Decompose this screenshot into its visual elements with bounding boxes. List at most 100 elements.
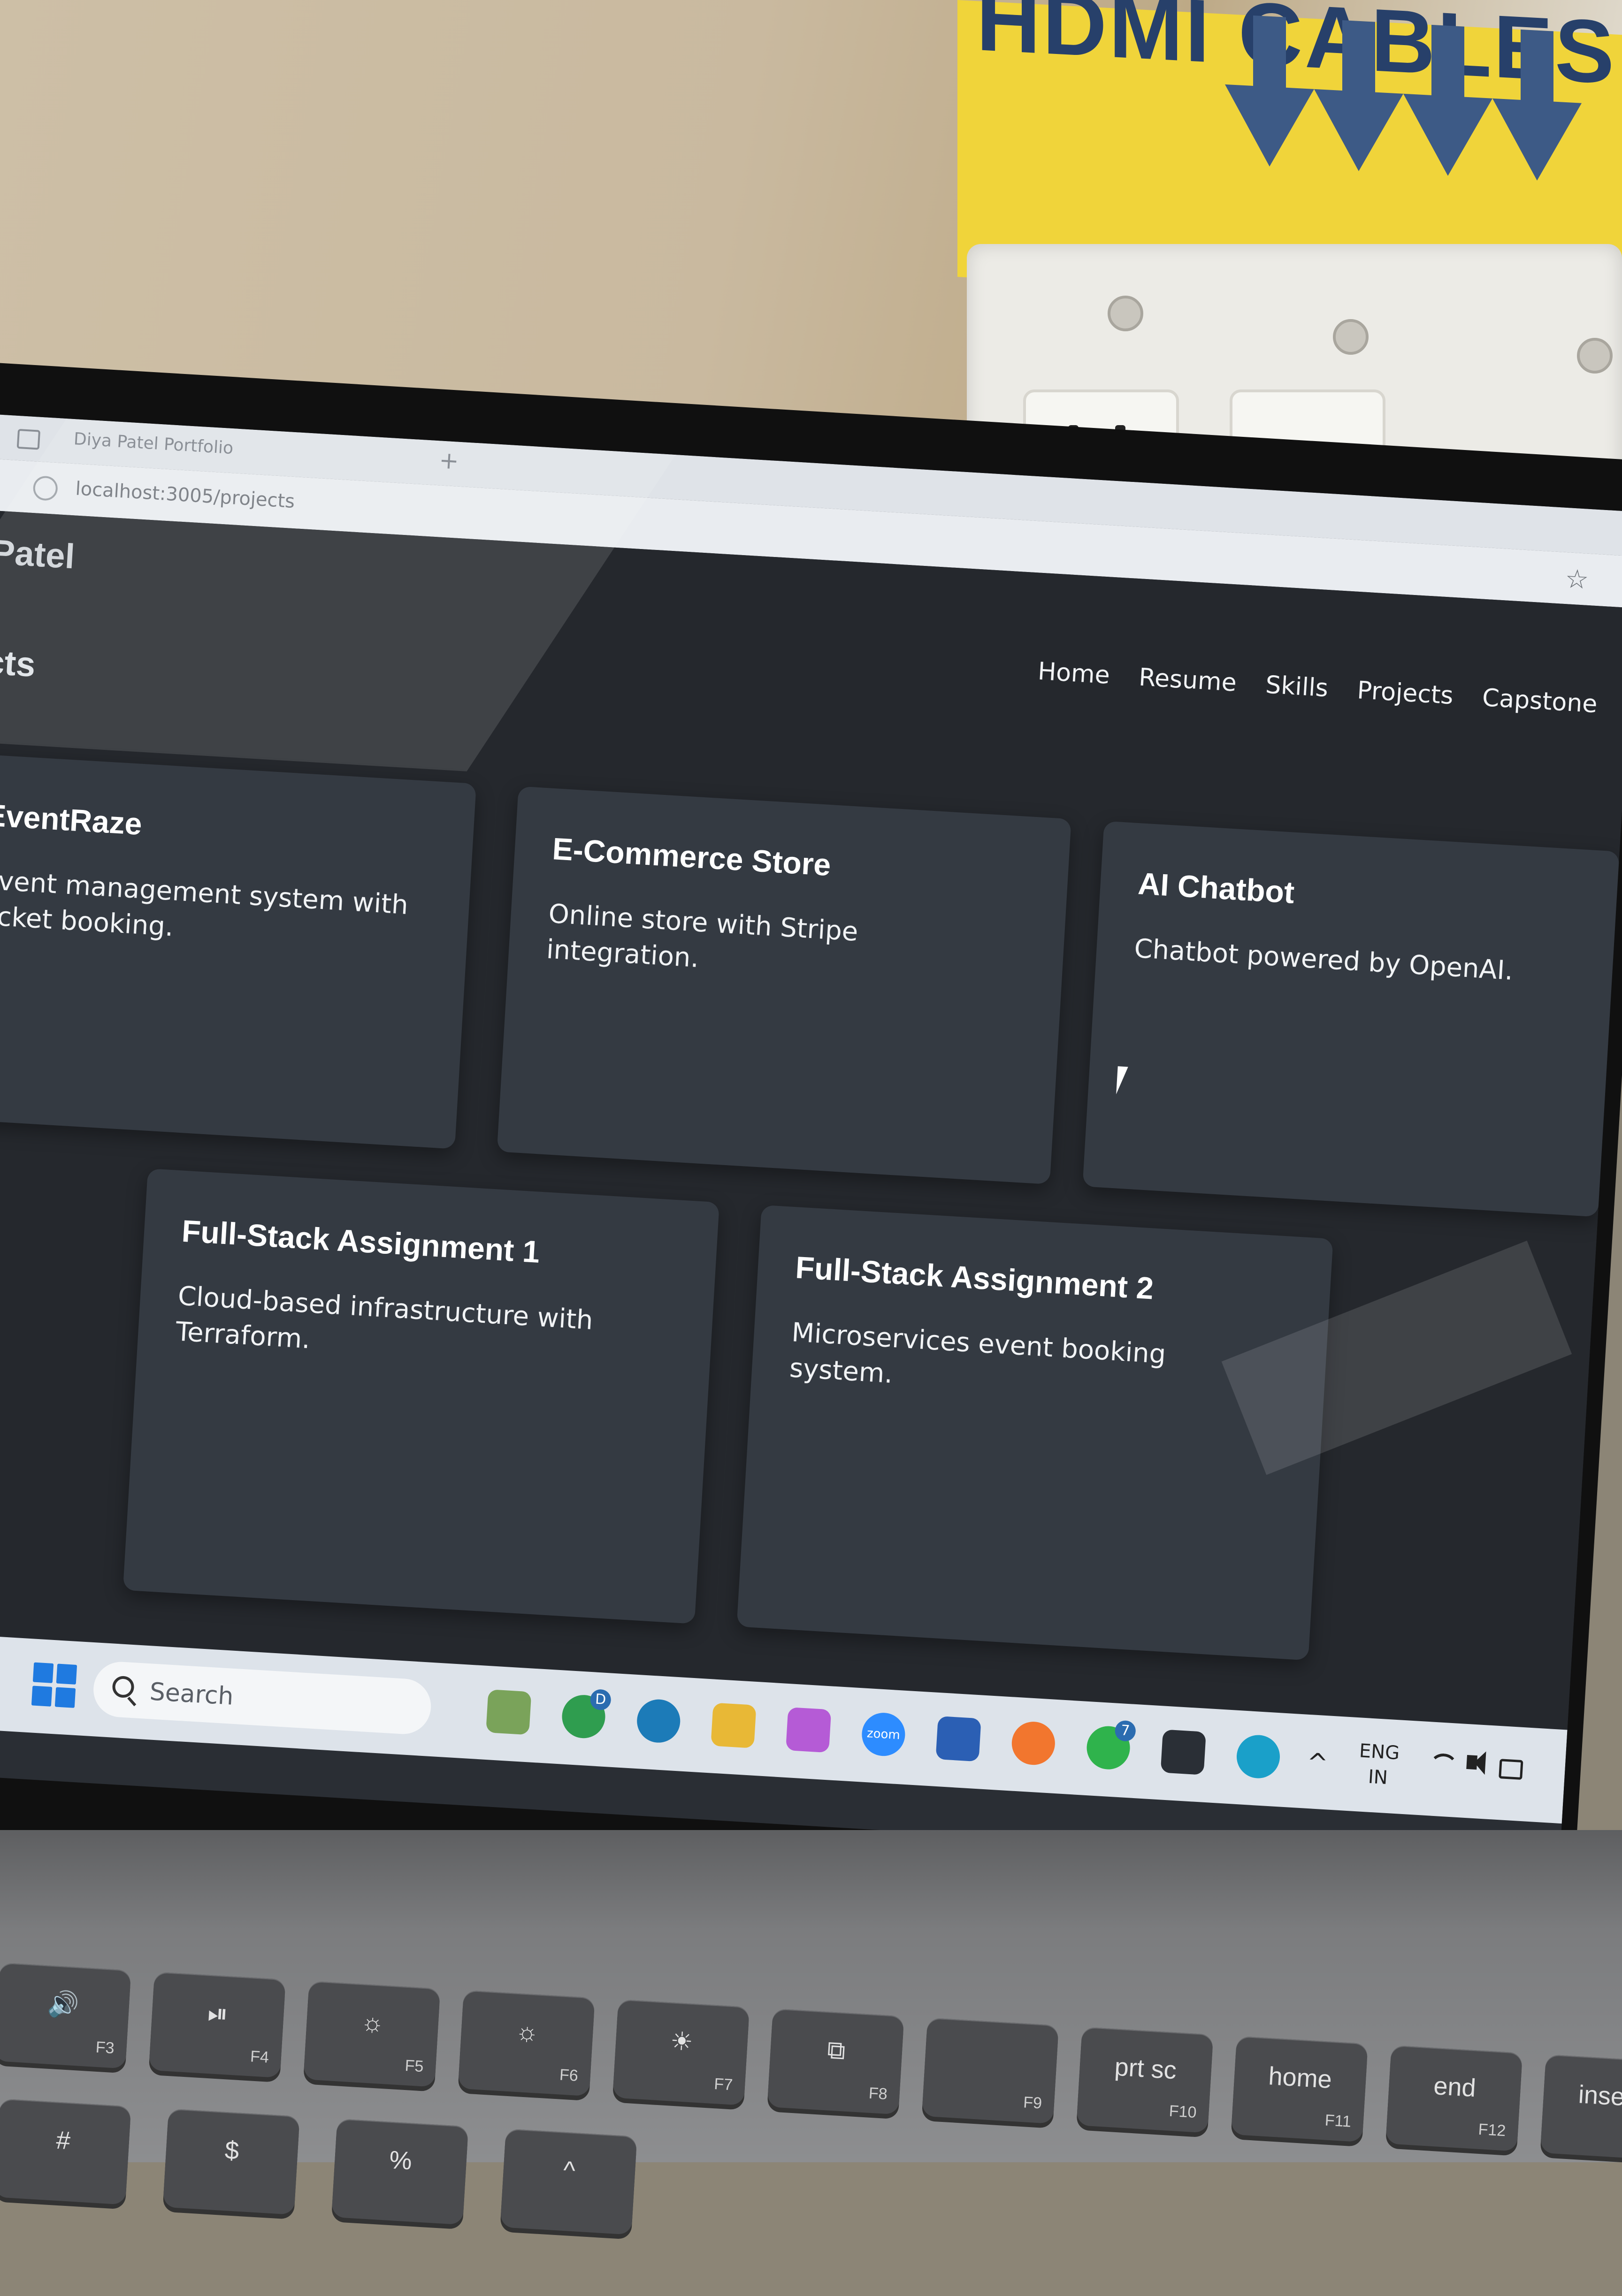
key-sublabel: F12: [1477, 2120, 1507, 2140]
edge-dev-icon[interactable]: [635, 1698, 681, 1744]
chrome-icon[interactable]: D: [560, 1689, 612, 1739]
widgets-icon[interactable]: [486, 1689, 532, 1735]
region-code: IN: [1367, 1766, 1389, 1789]
url-field[interactable]: localhost:3005/projects: [75, 478, 295, 512]
key-sublabel: F4: [250, 2047, 270, 2067]
project-card[interactable]: Full-Stack Assignment 2 Microservices ev…: [736, 1205, 1333, 1661]
keyboard-key: ^: [500, 2128, 637, 2235]
key-sublabel: F7: [713, 2075, 734, 2094]
search-label: Search: [149, 1678, 235, 1711]
nav-capstone[interactable]: Capstone: [1482, 684, 1599, 718]
key-label: insert: [1577, 2080, 1622, 2113]
keyboard-key: end F12: [1385, 2045, 1523, 2151]
laptop-screen: Diya Patel Portfolio + localhost:3005/pr…: [0, 413, 1622, 1871]
show-hidden-icons-icon[interactable]: ^: [1306, 1747, 1329, 1778]
key-label: ⧉: [826, 2036, 847, 2065]
browser-tab[interactable]: Diya Patel Portfolio: [73, 429, 234, 458]
nav-resume[interactable]: Resume: [1138, 664, 1238, 697]
taskbar-search[interactable]: Search: [92, 1660, 433, 1736]
main-nav: Home Resume Skills Projects Capstone: [1037, 657, 1599, 719]
project-description: Event management system with ticket book…: [0, 865, 409, 942]
key-label: ☼: [360, 2008, 385, 2038]
page-title: cts: [0, 642, 37, 684]
key-label: ^: [562, 2156, 576, 2185]
project-description: Online store with Stripe integration.: [545, 898, 859, 974]
keyboard-key: #: [0, 2098, 131, 2205]
battery-icon[interactable]: [1499, 1759, 1523, 1780]
project-title: AI Chatbot: [1137, 866, 1296, 910]
site-brand[interactable]: Patel: [0, 532, 76, 576]
keyboard-key: ☀ F7: [612, 1999, 750, 2105]
project-card[interactable]: EventRaze Event management system with t…: [0, 752, 477, 1149]
wifi-icon[interactable]: [1428, 1753, 1459, 1784]
language-code: ENG: [1358, 1740, 1400, 1764]
project-description: Microservices event booking system.: [788, 1317, 1167, 1389]
key-sublabel: F9: [1023, 2093, 1043, 2113]
keyboard-key: ☼ F5: [303, 1981, 441, 2087]
key-label: 🔊: [46, 1989, 80, 2020]
keyboard-key: insert: [1540, 2054, 1622, 2161]
windows-start-icon[interactable]: [31, 1662, 77, 1708]
nav-projects[interactable]: Projects: [1356, 676, 1454, 710]
screw: [1577, 338, 1613, 374]
nav-skills[interactable]: Skills: [1265, 671, 1329, 703]
volume-icon[interactable]: [1466, 1754, 1477, 1770]
project-title: Full-Stack Assignment 2: [794, 1250, 1155, 1306]
app-label: zoom: [866, 1726, 901, 1743]
edge-icon[interactable]: [1235, 1733, 1281, 1780]
tab-actions-icon[interactable]: [16, 428, 41, 450]
zoom-icon[interactable]: zoom: [860, 1711, 907, 1757]
key-label: end: [1432, 2072, 1477, 2103]
project-title: Full-Stack Assignment 1: [181, 1213, 541, 1269]
new-tab-button[interactable]: +: [438, 446, 459, 474]
key-sublabel: F10: [1168, 2102, 1197, 2122]
key-label: home: [1268, 2062, 1333, 2094]
key-label: prt sc: [1114, 2052, 1178, 2085]
project-card[interactable]: Full-Stack Assignment 1 Cloud-based infr…: [122, 1168, 720, 1624]
key-label: %: [388, 2145, 413, 2175]
keyboard-key: $: [162, 2108, 300, 2215]
key-label: $: [224, 2136, 240, 2165]
key-sublabel: F5: [404, 2056, 424, 2076]
notification-badge: D: [589, 1689, 612, 1711]
key-label: ⏯: [207, 1999, 229, 2029]
keyboard-key: home F11: [1231, 2036, 1368, 2143]
keyboard-key: prt sc F10: [1076, 2027, 1214, 2133]
terminal-icon[interactable]: [1160, 1729, 1206, 1775]
down-arrow-icon: [1492, 98, 1582, 183]
key-sublabel: F3: [95, 2038, 115, 2058]
down-arrow-icon: [1314, 89, 1403, 174]
down-arrow-icon: [1225, 84, 1314, 169]
keyboard-key: %: [331, 2119, 469, 2225]
notification-badge: 7: [1114, 1720, 1137, 1742]
nav-home[interactable]: Home: [1037, 657, 1111, 690]
screw: [1108, 296, 1143, 331]
firefox-icon[interactable]: [1010, 1720, 1056, 1766]
key-label: ☀: [669, 2027, 694, 2057]
language-indicator[interactable]: ENG IN: [1357, 1738, 1400, 1791]
microsoft-store-icon[interactable]: [935, 1716, 981, 1762]
key-sublabel: F8: [868, 2084, 888, 2103]
whatsapp-icon[interactable]: 7: [1085, 1720, 1137, 1771]
keyboard-key: ☼ F6: [458, 1990, 595, 2097]
key-label: #: [55, 2126, 71, 2155]
search-icon: [112, 1675, 135, 1699]
key-sublabel: F11: [1324, 2111, 1352, 2131]
project-card[interactable]: AI Chatbot Chatbot powered by OpenAI.: [1082, 821, 1620, 1217]
key-label: ☼: [514, 2017, 540, 2047]
mouse-cursor-icon: [1116, 1066, 1128, 1095]
site-info-icon[interactable]: [32, 475, 59, 502]
copilot-icon[interactable]: [786, 1707, 832, 1753]
project-description: Chatbot powered by OpenAI.: [1133, 933, 1514, 986]
file-explorer-icon[interactable]: [711, 1702, 757, 1748]
project-card[interactable]: E-Commerce Store Online store with Strip…: [497, 786, 1071, 1185]
project-description: Cloud-based infrastructure with Terrafor…: [175, 1281, 594, 1355]
portfolio-page: Patel cts Home Resume Skills Projects Ca…: [0, 509, 1622, 1732]
key-sublabel: F6: [559, 2066, 579, 2085]
bookmark-star-icon[interactable]: ☆: [1564, 564, 1590, 595]
project-title: E-Commerce Store: [551, 831, 832, 883]
key-label: [926, 2041, 1057, 2049]
screw: [1333, 319, 1369, 355]
keyboard-key: F9: [921, 2017, 1059, 2124]
down-arrow-icon: [1403, 93, 1492, 178]
